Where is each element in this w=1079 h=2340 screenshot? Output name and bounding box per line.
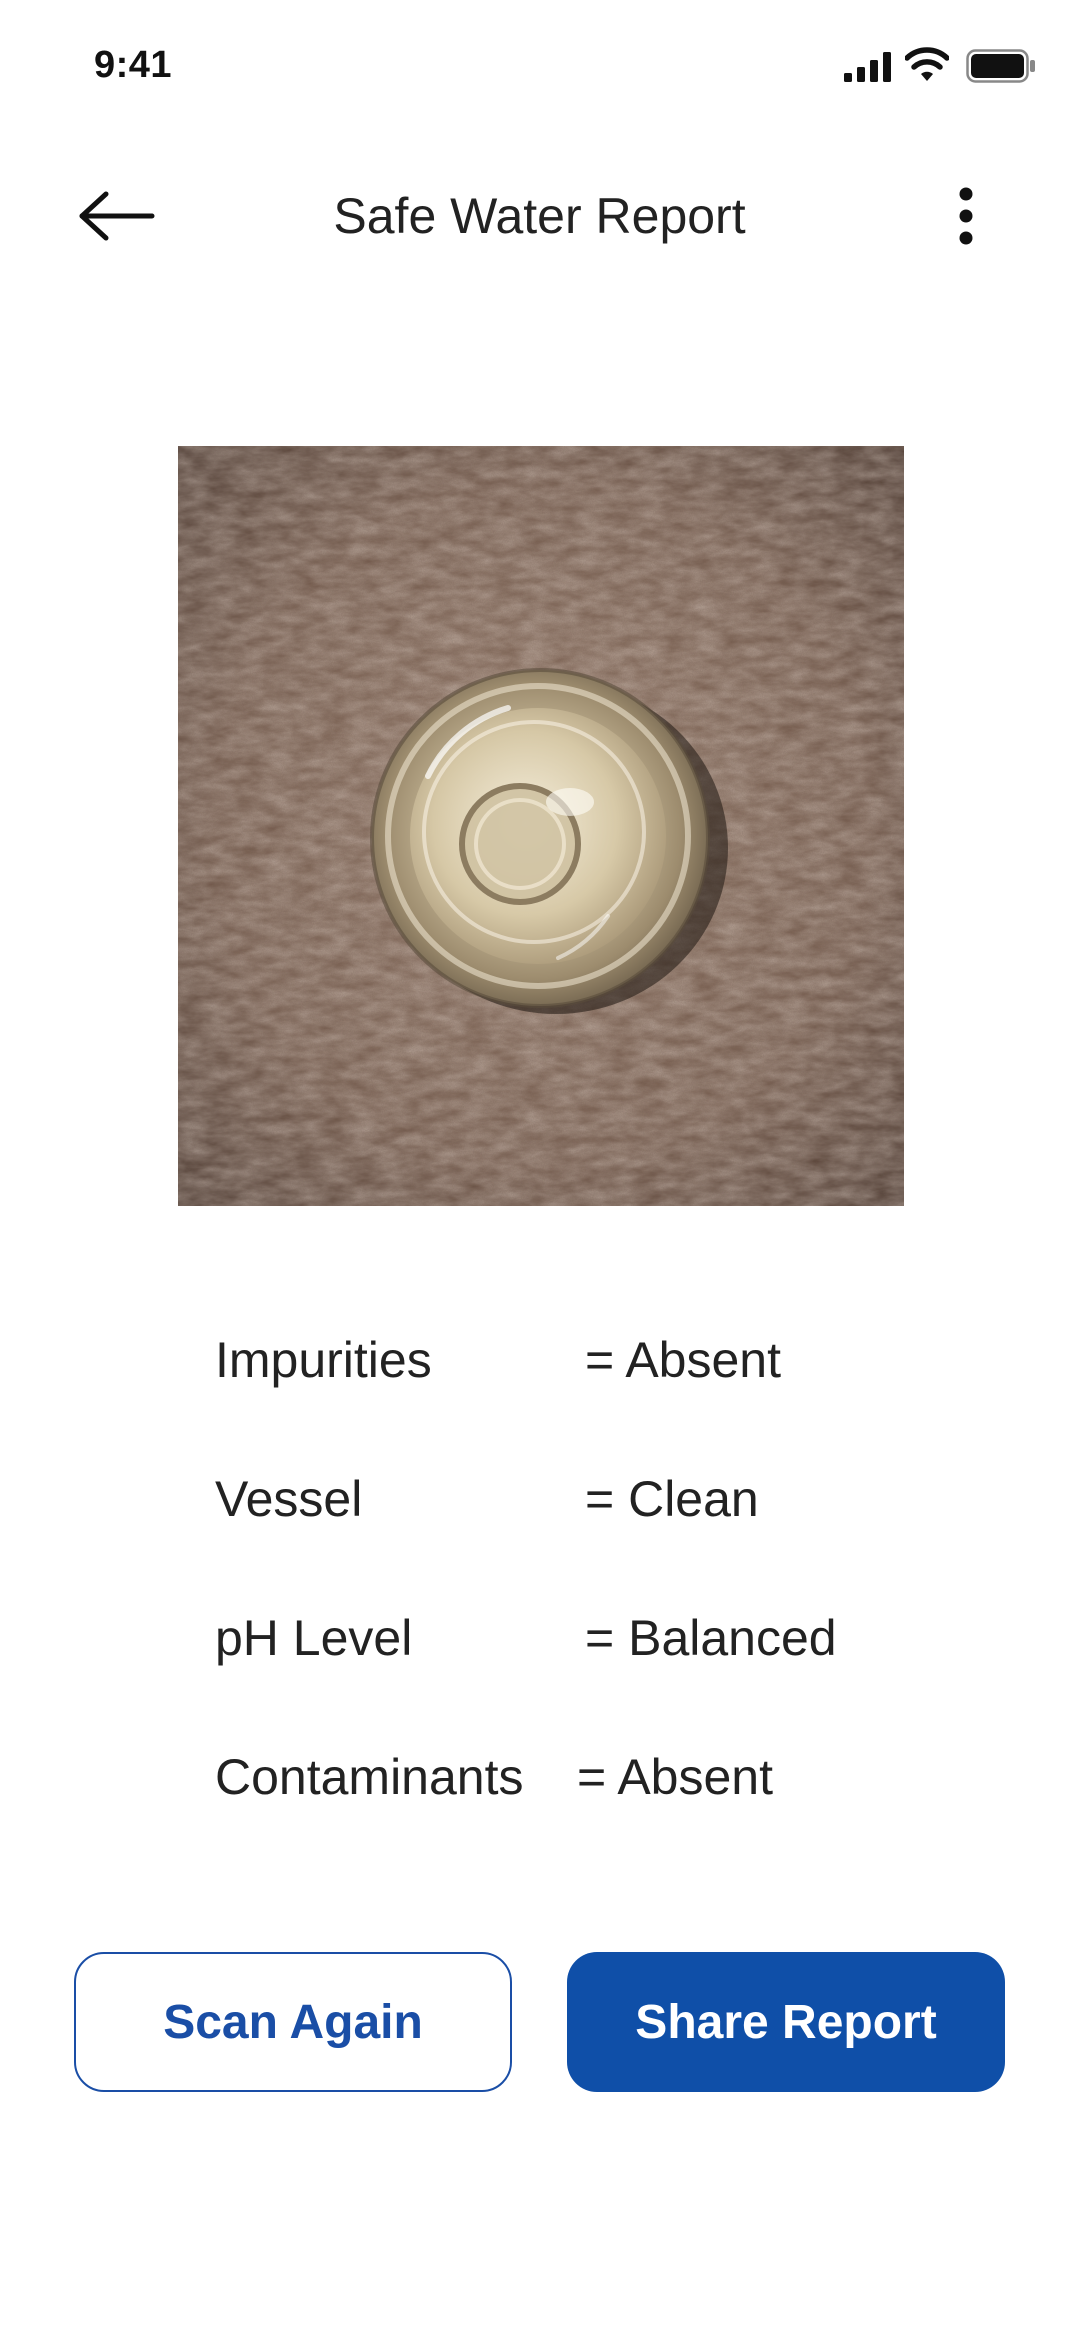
result-label: Vessel xyxy=(215,1471,363,1527)
status-bar: 9:41 xyxy=(0,0,1079,130)
result-label: pH Level xyxy=(215,1610,413,1666)
wifi-icon xyxy=(905,47,949,81)
result-value: = Absent xyxy=(585,1332,781,1388)
more-options-button[interactable] xyxy=(938,180,994,252)
status-time: 9:41 xyxy=(94,44,173,86)
result-value: = Clean xyxy=(585,1471,759,1527)
result-value: = Absent xyxy=(577,1749,773,1805)
result-row-vessel: Vessel = Clean xyxy=(215,1459,915,1598)
page-title: Safe Water Report xyxy=(333,188,746,244)
result-row-contaminants: Contaminants = Absent xyxy=(215,1737,915,1876)
scanned-water-photo xyxy=(178,446,904,1206)
results-list: Impurities = Absent Vessel = Clean pH Le… xyxy=(215,1320,915,1876)
result-label: Contaminants xyxy=(215,1749,524,1805)
result-value: = Balanced xyxy=(585,1610,837,1666)
result-label: Impurities xyxy=(215,1332,432,1388)
battery-icon xyxy=(966,49,1035,83)
result-row-impurities: Impurities = Absent xyxy=(215,1320,915,1459)
app-bar: Safe Water Report xyxy=(0,150,1079,280)
result-row-ph-level: pH Level = Balanced xyxy=(215,1598,915,1737)
cellular-signal-icon xyxy=(844,52,891,82)
share-report-button[interactable]: Share Report xyxy=(567,1952,1005,2092)
scan-again-button[interactable]: Scan Again xyxy=(74,1952,512,2092)
more-vertical-icon xyxy=(959,187,973,245)
